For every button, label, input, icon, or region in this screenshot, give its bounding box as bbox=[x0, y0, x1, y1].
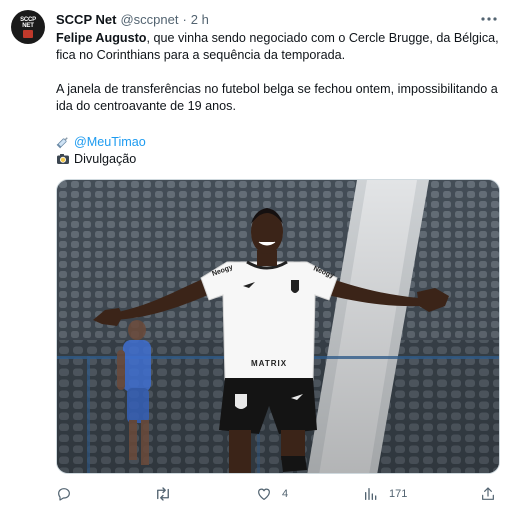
author-name[interactable]: SCCP Net bbox=[56, 12, 116, 27]
avatar-text: SCCP NET bbox=[20, 16, 36, 29]
header-separator: · bbox=[182, 11, 187, 27]
tweet-paragraph-1: Felipe Augusto, que vinha sendo negociad… bbox=[56, 30, 502, 64]
camera-icon bbox=[56, 152, 70, 166]
tweet[interactable]: SCCP NET SCCP Net @sccpnet · 2 h Felipe … bbox=[0, 0, 514, 510]
retweet-icon bbox=[157, 487, 169, 501]
tweet-bold-name: Felipe Augusto bbox=[56, 31, 147, 45]
photo-credit: Divulgação bbox=[74, 151, 137, 166]
retweet-button[interactable] bbox=[154, 484, 182, 504]
share-button[interactable] bbox=[480, 484, 496, 504]
tweet-photo[interactable]: Neogy Neogy MATRIX bbox=[56, 179, 500, 474]
views-count: 171 bbox=[389, 488, 408, 500]
views-icon bbox=[365, 488, 377, 500]
reply-icon bbox=[58, 488, 70, 501]
tweet-header: SCCP Net @sccpnet · 2 h bbox=[56, 11, 209, 27]
reply-button[interactable] bbox=[56, 484, 82, 504]
credit-line: Divulgação bbox=[56, 150, 136, 167]
shirt-sponsor-text: MATRIX bbox=[251, 359, 287, 368]
tweet-paragraph-2: A janela de transferências no futebol be… bbox=[56, 82, 498, 113]
share-icon bbox=[482, 487, 494, 500]
heart-icon bbox=[258, 488, 270, 500]
avatar-badge bbox=[23, 29, 33, 38]
tweet-time[interactable]: 2 h bbox=[191, 12, 209, 27]
avatar[interactable]: SCCP NET bbox=[11, 10, 45, 44]
views-button[interactable]: 171 bbox=[363, 484, 407, 504]
author-handle[interactable]: @sccpnet bbox=[120, 12, 178, 27]
like-button[interactable]: 4 bbox=[256, 484, 288, 504]
more-horizontal-icon bbox=[481, 17, 497, 21]
link-line: @MeuTimao bbox=[56, 133, 146, 150]
like-count: 4 bbox=[282, 488, 289, 500]
syringe-icon bbox=[56, 135, 70, 149]
tweet-text: Felipe Augusto, que vinha sendo negociad… bbox=[56, 30, 502, 115]
mention-link[interactable]: @MeuTimao bbox=[74, 135, 146, 149]
more-options-button[interactable] bbox=[480, 10, 498, 28]
tweet-actions: 4 171 bbox=[0, 484, 514, 504]
photo-scene: Neogy Neogy MATRIX bbox=[57, 180, 499, 473]
